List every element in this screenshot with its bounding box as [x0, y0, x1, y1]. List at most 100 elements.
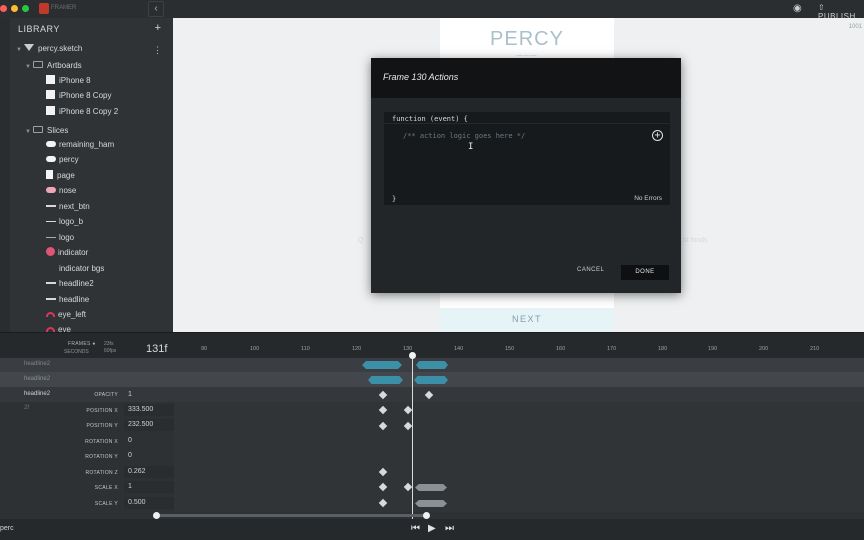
artboard-label: iPhone 8 Copy 2 [59, 107, 119, 116]
fps-display: 23fs 60fps [104, 341, 116, 355]
slice-icon [46, 156, 56, 162]
blank-icon [46, 267, 56, 269]
tween-segment[interactable] [416, 361, 448, 369]
property-value[interactable]: 0 [124, 450, 174, 462]
slice-item[interactable]: logo_b [46, 214, 83, 229]
artboard-icon [46, 106, 55, 115]
ruler-tick: 210 [810, 346, 820, 352]
slice-item[interactable]: next_btn [46, 199, 90, 214]
scrub-bar[interactable] [156, 514, 428, 517]
cancel-button[interactable]: CANCEL [577, 267, 604, 273]
artboards-folder-label: Artboards [47, 61, 82, 70]
tween-segment[interactable] [362, 361, 402, 369]
artboard-item[interactable]: iPhone 8 Copy 2 [46, 104, 118, 119]
line-icon [46, 205, 56, 207]
sketch-file-item[interactable]: ▼ percy.sketch [16, 41, 82, 56]
ruler-tick: 190 [708, 346, 718, 352]
ruler-tick: 150 [505, 346, 515, 352]
slice-label: next_btn [59, 202, 90, 211]
tween-segment[interactable] [368, 376, 403, 384]
preview-eye-icon[interactable]: ◉ [793, 3, 802, 14]
artboard-item[interactable]: iPhone 8 [46, 73, 91, 88]
slice-label: headline2 [59, 279, 94, 288]
property-label: ROTATION X [85, 439, 118, 445]
zoom-window-icon[interactable] [22, 5, 29, 12]
frames-toggle[interactable]: FRAMES ● [68, 341, 96, 347]
artboard-icon [46, 90, 55, 99]
chevron-left-icon: ‹ [154, 3, 158, 14]
slice-item[interactable]: headline2 [46, 276, 94, 291]
property-label: OPACITY [94, 392, 118, 398]
layer-label: headline2 [24, 361, 51, 367]
tween-segment[interactable] [415, 500, 447, 507]
property-value[interactable]: 333.500 [124, 404, 174, 416]
code-editor[interactable]: function (event) { /** action logic goes… [384, 112, 670, 205]
app-name: FRAMER [51, 5, 77, 11]
slices-folder[interactable]: ▼ Slices [25, 123, 68, 138]
add-action-icon[interactable]: + [652, 130, 663, 141]
play-icon[interactable]: ▶ [428, 523, 436, 534]
slice-label: eye_left [58, 310, 87, 319]
nose-icon [46, 187, 56, 193]
slices-folder-label: Slices [47, 126, 69, 135]
done-button[interactable]: DONE [621, 265, 669, 280]
slice-label: percy [59, 155, 79, 164]
skip-forward-icon[interactable]: ⏭ [445, 523, 454, 534]
property-label: ROTATION Z [85, 470, 118, 476]
scrub-end-handle[interactable] [423, 512, 430, 519]
tween-segment[interactable] [415, 484, 447, 491]
slice-label: indicator bgs [59, 264, 105, 273]
canvas-corner-number: 1001 [848, 24, 862, 30]
slice-item[interactable]: indicator [46, 245, 88, 260]
slice-item[interactable]: nose [46, 183, 76, 198]
library-panel: LIBRARY + ▼ percy.sketch ⋮ ▼ Artboards iPh… [10, 18, 173, 334]
add-library-button[interactable]: + [155, 22, 161, 34]
next-button-preview: NEXT [440, 308, 614, 332]
property-value[interactable]: 0.500 [124, 497, 174, 509]
ruler-tick: 140 [454, 346, 464, 352]
title-bar: FRAMER ‹ ◉ ⇧ PUBLISH [0, 0, 864, 21]
collapse-sidebar-button[interactable]: ‹ [148, 1, 164, 17]
file-menu-icon[interactable]: ⋮ [153, 45, 162, 56]
artboard-item[interactable]: iPhone 8 Copy [46, 88, 111, 103]
slice-item[interactable]: eye_left [46, 307, 86, 322]
property-value[interactable]: 0.262 [124, 466, 174, 478]
code-status: No Errors [634, 195, 662, 202]
property-value[interactable]: 1 [124, 389, 174, 401]
playhead-handle[interactable] [409, 352, 416, 359]
slice-item[interactable]: page [46, 168, 75, 183]
property-value[interactable]: 1 [124, 481, 174, 493]
seconds-toggle[interactable]: SECONDS [64, 349, 89, 355]
line-icon [46, 237, 56, 238]
modal-header: Frame 130 Actions [371, 58, 681, 98]
property-value[interactable]: 232.500 [124, 419, 174, 431]
frame-actions-modal: Frame 130 Actions function (event) { /**… [371, 58, 681, 293]
slice-item[interactable]: logo [46, 230, 74, 245]
layer-label: 2f [24, 405, 30, 411]
slice-item[interactable]: indicator bgs [46, 261, 104, 276]
line-icon [46, 298, 56, 300]
slice-item[interactable]: headline [46, 292, 89, 307]
skip-back-icon[interactable]: ⏮ [411, 523, 420, 534]
artboards-folder[interactable]: ▼ Artboards [25, 58, 82, 73]
playhead-line[interactable] [412, 355, 413, 519]
ruler-tick: 120 [352, 346, 362, 352]
scrub-start-handle[interactable] [153, 512, 160, 519]
tween-segment[interactable] [414, 376, 448, 384]
current-frame: 131f [146, 343, 168, 355]
triangle-down-icon[interactable]: ▼ [16, 43, 24, 58]
editor-divider [384, 123, 670, 124]
folder-icon [33, 126, 43, 133]
tool-strip [0, 18, 10, 332]
property-value[interactable]: 0 [124, 435, 174, 447]
triangle-down-icon[interactable]: ▼ [25, 125, 33, 140]
close-window-icon[interactable] [0, 5, 7, 12]
slice-label: page [57, 171, 75, 180]
minimize-window-icon[interactable] [11, 5, 18, 12]
indicator-dot-icon [46, 247, 55, 256]
slice-item[interactable]: remaining_ham [46, 137, 114, 152]
app-window: FRAMER ‹ ◉ ⇧ PUBLISH LIBRARY + ▼ percy.sk… [0, 0, 864, 540]
triangle-down-icon[interactable]: ▼ [25, 60, 33, 75]
page-icon [46, 170, 53, 179]
slice-item[interactable]: percy [46, 152, 79, 167]
